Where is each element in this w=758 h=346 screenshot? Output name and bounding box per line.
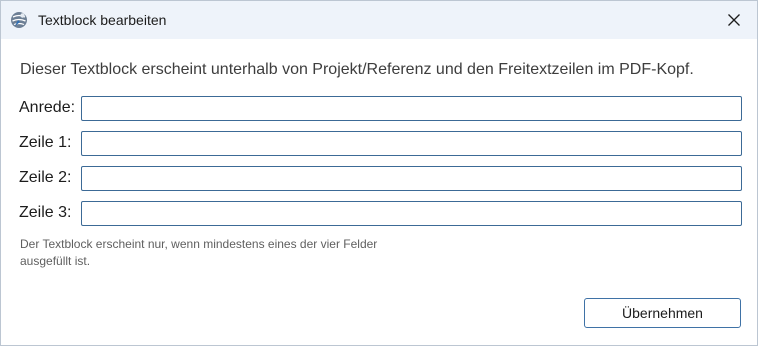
hint-text: Der Textblock erscheint nur, wenn mindes… [20,237,378,268]
apply-button[interactable]: Übernehmen [584,298,741,328]
dialog-description: Dieser Textblock erscheint unterhalb von… [20,61,694,78]
line-1-input[interactable] [81,131,742,156]
title-bar: Textblock bearbeiten [1,1,757,39]
dialog-window: Textblock bearbeiten Dieser Textblock er… [0,0,758,346]
window-title: Textblock bearbeiten [38,12,167,28]
salutation-label: Anrede: [19,99,76,116]
line-3-label: Zeile 3: [19,204,72,221]
line-2-label: Zeile 2: [19,169,72,186]
close-button[interactable] [711,1,757,39]
globe-icon [10,11,28,29]
line-2-input[interactable] [81,166,742,191]
line-1-label: Zeile 1: [19,134,72,151]
salutation-input[interactable] [81,96,742,121]
line-3-input[interactable] [81,201,742,226]
close-icon [728,14,740,26]
